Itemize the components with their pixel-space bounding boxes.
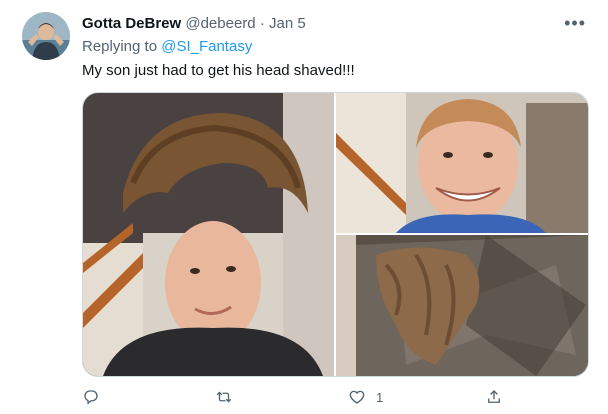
photo-before-haircut[interactable] <box>83 93 334 376</box>
tweet-header: Gotta DeBrew @debeerd · Jan 5 <box>82 15 306 32</box>
media-grid <box>82 92 589 377</box>
action-bar: 1 <box>82 386 587 408</box>
reply-button[interactable] <box>82 386 100 408</box>
replying-to: Replying to @SI_Fantasy <box>82 38 252 55</box>
avatar-image <box>22 12 70 60</box>
tweet: Gotta DeBrew @debeerd · Jan 5 ••• Replyi… <box>0 0 608 414</box>
share-icon <box>488 390 500 403</box>
like-button[interactable]: 1 <box>348 386 383 408</box>
reply-icon <box>84 390 98 405</box>
heart-icon <box>349 390 365 404</box>
header-separator: · <box>259 15 265 32</box>
replying-to-label: Replying to <box>82 38 158 55</box>
tweet-date[interactable]: Jan 5 <box>269 15 306 32</box>
photo-after-haircut[interactable] <box>336 93 588 233</box>
share-button[interactable] <box>485 386 503 408</box>
retweet-icon <box>216 391 232 403</box>
tweet-text: My son just had to get his head shaved!!… <box>82 62 355 79</box>
mention-link[interactable]: @SI_Fantasy <box>161 38 252 55</box>
avatar[interactable] <box>22 12 70 60</box>
more-options-icon[interactable]: ••• <box>564 13 586 34</box>
retweet-button[interactable] <box>215 386 233 408</box>
like-count: 1 <box>376 389 384 405</box>
photo-shaved-hair[interactable] <box>336 235 588 376</box>
display-name[interactable]: Gotta DeBrew <box>82 15 181 32</box>
user-handle[interactable]: @debeerd <box>185 15 255 32</box>
